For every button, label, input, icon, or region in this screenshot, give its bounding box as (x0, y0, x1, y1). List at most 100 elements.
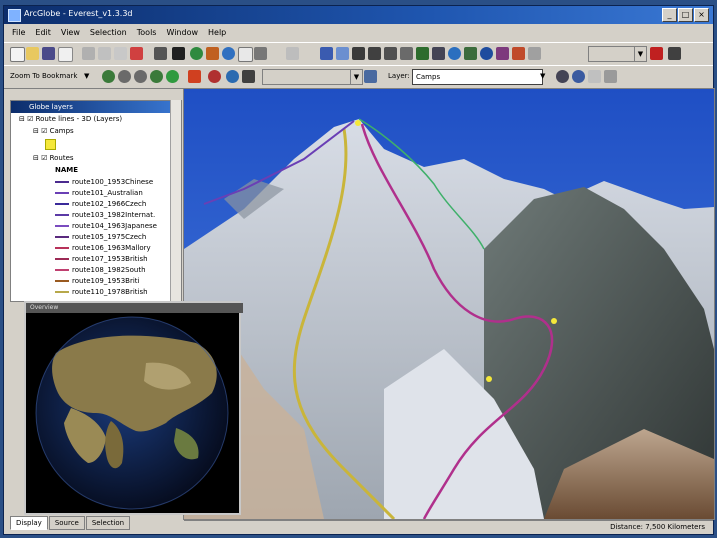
save-icon[interactable] (42, 47, 55, 60)
camp-marker[interactable] (551, 318, 557, 324)
chevron-down-icon[interactable]: ▼ (84, 72, 89, 80)
redo-icon[interactable] (172, 47, 185, 60)
menu-file[interactable]: File (12, 28, 25, 37)
route-legend-item[interactable]: route110_1978British (55, 287, 148, 297)
back-icon[interactable] (150, 70, 163, 83)
layer-select[interactable]: Camps (412, 69, 543, 85)
tab-source[interactable]: Source (48, 516, 85, 530)
menu-tools[interactable]: Tools (137, 28, 157, 37)
layer-routes[interactable]: ⊟ ☑ Routes (33, 153, 74, 163)
new-icon[interactable] (10, 47, 25, 62)
route-swatch (55, 280, 69, 282)
navigate-icon[interactable] (320, 47, 333, 60)
clear-icon[interactable] (588, 70, 601, 83)
find-icon[interactable] (556, 70, 569, 83)
route-legend-item[interactable]: route108_1982South (55, 265, 146, 275)
zoom-out-icon[interactable] (384, 47, 397, 60)
zoom-out-fixed-icon[interactable] (134, 70, 147, 83)
copy-icon[interactable] (98, 47, 111, 60)
menu-selection[interactable]: Selection (90, 28, 127, 37)
zoom-in-icon[interactable] (368, 47, 381, 60)
undo-icon[interactable] (154, 47, 167, 60)
fly-icon[interactable] (336, 47, 349, 60)
layer-root[interactable]: ⊟ ☑ Route lines - 3D (Layers) (19, 114, 122, 124)
search-icon[interactable] (364, 70, 377, 83)
navigation-mode-dropdown[interactable]: ▼ (588, 46, 647, 62)
stop-icon[interactable] (668, 47, 681, 60)
arctoolbox-icon[interactable] (254, 47, 267, 60)
camp-marker[interactable] (486, 376, 492, 382)
identify-icon[interactable] (432, 47, 445, 60)
layer-icon[interactable] (464, 47, 477, 60)
paste-icon[interactable] (114, 47, 127, 60)
fire-icon[interactable] (512, 47, 525, 60)
route-legend-item[interactable]: route109_1953Briti (55, 276, 139, 286)
search-mode-dropdown[interactable]: ▼ (262, 69, 363, 85)
close-button[interactable]: × (694, 8, 709, 22)
highlight-icon[interactable] (188, 70, 201, 83)
delete-icon[interactable] (130, 47, 143, 60)
tab-selection[interactable]: Selection (85, 516, 131, 530)
route-swatch (55, 192, 69, 194)
bookmark-icon[interactable] (102, 70, 115, 83)
globe-3d-view[interactable] (183, 88, 715, 520)
menu-window[interactable]: Window (166, 28, 198, 37)
rotate-icon[interactable] (480, 47, 493, 60)
full-extent-icon[interactable] (400, 47, 413, 60)
forward-icon[interactable] (166, 70, 179, 83)
app-icon (8, 9, 21, 22)
measure-icon[interactable] (496, 47, 509, 60)
overview-globe-panel[interactable]: Overview (24, 301, 243, 515)
route-legend-item[interactable]: route101_Australian (55, 188, 143, 198)
sun-icon[interactable] (226, 70, 239, 83)
menu-bar: File Edit View Selection Tools Window He… (4, 25, 717, 40)
pointer-icon[interactable] (528, 47, 541, 60)
route-legend-item[interactable]: route100_1953Chinese (55, 177, 153, 187)
route-swatch (55, 225, 69, 227)
route-legend-item[interactable]: route107_1953British (55, 254, 148, 264)
options-icon[interactable] (572, 70, 585, 83)
select-icon[interactable] (416, 47, 429, 60)
route-legend-label: route101_Australian (72, 189, 143, 197)
settings-icon[interactable] (604, 70, 617, 83)
open-icon[interactable] (26, 47, 39, 60)
pan-icon[interactable] (352, 47, 365, 60)
route-legend-label: route110_1978British (72, 288, 148, 296)
layer-camps[interactable]: ⊟ ☑ Camps (33, 126, 74, 136)
camp-marker[interactable] (355, 120, 361, 126)
print-icon[interactable] (58, 47, 73, 62)
cut-icon[interactable] (82, 47, 95, 60)
route-legend-item[interactable]: route103_1982Internat. (55, 210, 155, 220)
zoom-to-bookmark-label[interactable]: Zoom To Bookmark (10, 72, 77, 80)
zoom-in-fixed-icon[interactable] (118, 70, 131, 83)
target-icon[interactable] (448, 47, 461, 60)
route-legend-item[interactable]: route102_1966Czech (55, 199, 146, 209)
route-legend-label: route106_1963Mallory (72, 244, 151, 252)
route-legend-item[interactable]: route106_1963Mallory (55, 243, 151, 253)
route-legend-label: route109_1953Briti (72, 277, 140, 285)
maximize-button[interactable]: □ (678, 8, 693, 22)
layer-select-arrow-icon[interactable]: ▼ (540, 72, 545, 80)
editor-icon[interactable] (206, 47, 219, 60)
catalog-icon[interactable] (238, 47, 253, 62)
route-legend-item[interactable]: route104_1963Japanese (55, 221, 157, 231)
layer-camps-label: Camps (49, 127, 74, 135)
menu-edit[interactable]: Edit (35, 28, 51, 37)
add-data-icon[interactable] (190, 47, 203, 60)
toc-header: Globe layers (11, 101, 181, 113)
globe-icon[interactable] (222, 47, 235, 60)
route-legend-item[interactable]: route105_1975Czech (55, 232, 146, 242)
route-swatch (55, 269, 69, 271)
tab-display[interactable]: Display (10, 516, 48, 530)
menu-view[interactable]: View (61, 28, 80, 37)
menu-help[interactable]: Help (208, 28, 226, 37)
route-legend-label: route105_1975Czech (72, 233, 147, 241)
lighting-icon[interactable] (242, 70, 255, 83)
record-icon[interactable] (650, 47, 663, 60)
observer-icon[interactable] (208, 70, 221, 83)
minimize-button[interactable]: _ (662, 8, 677, 22)
earth-globe[interactable] (26, 313, 239, 513)
help-icon[interactable] (286, 47, 299, 60)
mountain-terrain[interactable] (184, 89, 714, 519)
scale-readout: Distance: 7,500 Kilometers (610, 523, 705, 531)
